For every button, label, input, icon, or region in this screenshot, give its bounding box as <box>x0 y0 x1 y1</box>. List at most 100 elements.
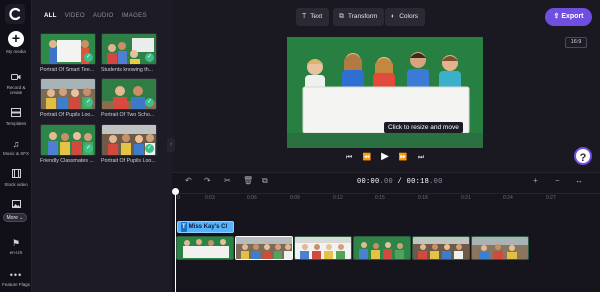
ruler-tick: 0:03 <box>205 195 215 201</box>
sidebar-item-label: Feature Flags <box>2 282 30 287</box>
fit-timeline-icon[interactable]: ↔ <box>575 176 583 186</box>
more-button[interactable]: More ⌄ <box>3 213 27 222</box>
media-thumbnail[interactable]: ✓ <box>101 124 157 156</box>
undo-icon[interactable]: ↶ <box>185 176 192 186</box>
media-thumbnail[interactable]: ✓ <box>40 78 96 110</box>
media-panel: ALL VIDEO AUDIO IMAGES ✓ Portrait Of Sma… <box>32 0 172 292</box>
text-icon: T <box>181 222 187 232</box>
dots-icon: ••• <box>9 270 23 280</box>
ruler-tick: 0 <box>177 195 180 201</box>
media-caption: Portrait Of Pupils Loo... <box>40 112 95 118</box>
media-thumbnail[interactable]: ✓ <box>101 33 157 65</box>
help-button[interactable]: ? <box>574 147 592 165</box>
upload-icon: ⇪ <box>553 13 560 20</box>
export-label: Export <box>561 13 584 20</box>
video-clip[interactable] <box>353 236 411 260</box>
zoom-in-button[interactable]: + <box>533 176 538 186</box>
media-thumbnail[interactable]: ✓ <box>101 78 157 110</box>
skip-forward-icon[interactable]: ⏭ <box>416 153 426 163</box>
plus-icon: + <box>8 31 24 47</box>
current-time: 00:00 <box>357 178 380 186</box>
zoom-out-button[interactable]: − <box>555 176 560 186</box>
ruler-tick: 0:09 <box>290 195 300 201</box>
transform-icon: ⧉ <box>339 13 344 20</box>
text-icon: T <box>302 13 307 20</box>
media-caption: Portrait Of Two Scho... <box>101 112 155 118</box>
sidebar-item-my-media[interactable]: + My media <box>0 31 32 55</box>
sidebar-item-feature-flags[interactable]: ••• Feature Flags <box>0 270 32 287</box>
aspect-ratio-button[interactable]: 16:9 <box>565 37 587 48</box>
tab-all[interactable]: ALL <box>44 12 57 19</box>
question-icon: ? <box>579 152 587 164</box>
timeline: ↶ ↷ ✂ 🗑 ⧉ 00:00.00 / 00:18.00 + − ↔ 0 0:… <box>172 172 600 292</box>
ruler-tick: 0:06 <box>247 195 257 201</box>
chevron-left-icon: ‹ <box>169 141 173 148</box>
music-note-icon: ♫ <box>12 139 20 149</box>
ruler-tick: 0:18 <box>418 195 428 201</box>
tab-images[interactable]: IMAGES <box>122 12 147 19</box>
collapse-panel-button[interactable]: ‹ <box>167 138 175 152</box>
media-caption: Students knowing th... <box>101 67 154 73</box>
media-caption: Portrait Of Pupils Loo... <box>101 158 156 164</box>
media-thumbnail[interactable]: ✓ <box>40 33 96 65</box>
media-tabs: ALL VIDEO AUDIO IMAGES <box>44 12 147 19</box>
skip-back-icon[interactable]: ⏮ <box>344 153 354 163</box>
media-thumbnail[interactable]: ✓ <box>40 124 96 156</box>
time-separator: / <box>397 178 407 186</box>
sidebar-item-record[interactable]: Record & create <box>0 73 32 95</box>
sidebar-item-label: Record & create <box>6 85 26 95</box>
ruler-tick: 0:15 <box>375 195 385 201</box>
play-button[interactable]: ▶ <box>380 152 390 162</box>
current-time-frac: .00 <box>379 178 394 186</box>
redo-icon[interactable]: ↷ <box>204 176 211 186</box>
sidebar-item-music[interactable]: ♫ Music & SFX <box>0 139 32 156</box>
video-clip[interactable] <box>235 236 293 260</box>
image-icon <box>0 200 32 210</box>
ruler-tick: 0:21 <box>461 195 471 201</box>
check-icon: ✓ <box>84 144 93 153</box>
text-clip[interactable]: T Miss Kay's Cl <box>177 221 234 233</box>
clipchamp-logo-icon[interactable] <box>5 4 25 24</box>
fast-forward-icon[interactable]: ⏩ <box>398 153 408 163</box>
resize-tooltip: Click to resize and move <box>384 122 463 133</box>
sidebar-item-label: My media <box>6 49 26 54</box>
video-clip[interactable] <box>176 236 234 260</box>
sidebar-item-images[interactable] <box>0 200 32 212</box>
clip-thumbnail <box>295 237 351 259</box>
more-label: More <box>6 215 18 221</box>
transform-button[interactable]: ⧉ Transform <box>333 8 385 26</box>
ruler-baseline <box>172 193 600 194</box>
check-icon: ✓ <box>145 98 154 107</box>
tab-audio[interactable]: AUDIO <box>93 12 114 19</box>
total-time: 00:18 <box>406 178 430 186</box>
sidebar-item-templates[interactable]: Templates <box>0 108 32 126</box>
tab-video[interactable]: VIDEO <box>65 12 85 19</box>
export-button[interactable]: ⇪ Export <box>545 8 592 26</box>
ruler-tick: 0:27 <box>546 195 556 201</box>
contrast-icon: ◐ <box>391 13 396 20</box>
video-camera-icon <box>0 73 32 83</box>
check-icon: ✓ <box>84 98 93 107</box>
timecode: 00:00.00 / 00:18.00 <box>357 178 443 186</box>
editor-app: + My media Record & create Templates ♫ M… <box>0 0 600 292</box>
video-clip[interactable] <box>471 236 529 260</box>
colors-button[interactable]: ◐ Colors <box>385 8 426 26</box>
text-button[interactable]: T Text <box>296 8 330 26</box>
sidebar-item-language[interactable]: ⚑ en-US <box>0 238 32 255</box>
delete-icon[interactable]: 🗑 <box>243 176 253 186</box>
cut-icon[interactable]: ✂ <box>224 176 231 186</box>
playhead[interactable] <box>172 188 179 292</box>
text-button-label: Text <box>310 13 323 20</box>
clip-thumbnail <box>354 237 410 259</box>
video-clip[interactable] <box>412 236 470 260</box>
transform-button-label: Transform <box>348 13 378 20</box>
ruler-tick: 0:12 <box>333 195 343 201</box>
duplicate-icon[interactable]: ⧉ <box>262 176 268 186</box>
media-caption: Portrait Of Smart Tee... <box>40 67 95 73</box>
sidebar-item-stock-video[interactable]: Stock video <box>0 169 32 187</box>
sidebar-item-label: Templates <box>5 121 27 126</box>
clip-thumbnail <box>413 237 469 259</box>
video-clip[interactable] <box>294 236 352 260</box>
rewind-icon[interactable]: ⏪ <box>362 153 372 163</box>
clip-thumbnail <box>472 237 528 259</box>
